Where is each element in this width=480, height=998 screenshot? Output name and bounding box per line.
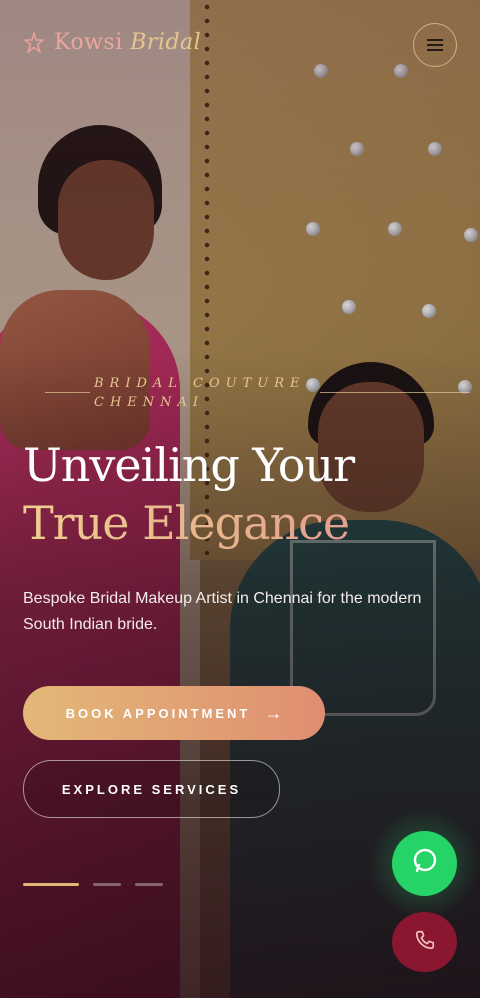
menu-button[interactable] (413, 23, 457, 67)
phone-icon (414, 929, 436, 956)
brand-logo[interactable]: Kowsi Bridal (22, 30, 201, 55)
whatsapp-button[interactable] (392, 831, 457, 896)
arrow-right-icon: → (264, 702, 283, 723)
headline-line-2: True Elegance (23, 494, 354, 552)
explore-services-button[interactable]: EXPLORE SERVICES (23, 760, 280, 818)
explore-services-label: EXPLORE SERVICES (61, 781, 242, 797)
call-button[interactable] (392, 912, 457, 972)
slide-indicators (23, 883, 163, 886)
book-appointment-label: BOOK APPOINTMENT (65, 705, 251, 721)
slide-dot-3[interactable] (135, 883, 163, 886)
slide-dot-2[interactable] (93, 883, 121, 886)
hamburger-menu-icon (427, 39, 443, 51)
hero-headline: Unveiling Your True Elegance (23, 436, 355, 552)
brand-name: Kowsi Bridal (54, 30, 202, 55)
eyebrow-divider (45, 392, 90, 393)
hero-subtitle: Bespoke Bridal Makeup Artist in Chennai … (23, 590, 422, 633)
headline-line-1: Unveiling Your (23, 438, 355, 492)
slide-dot-1[interactable] (23, 883, 79, 886)
hero-eyebrow: BRIDAL COUTURE CHENNAI (94, 376, 306, 410)
book-appointment-button[interactable]: BOOK APPOINTMENT → (23, 686, 325, 740)
eyebrow-divider (320, 392, 470, 393)
sparkle-flower-icon (22, 31, 46, 55)
whatsapp-icon (410, 846, 440, 881)
